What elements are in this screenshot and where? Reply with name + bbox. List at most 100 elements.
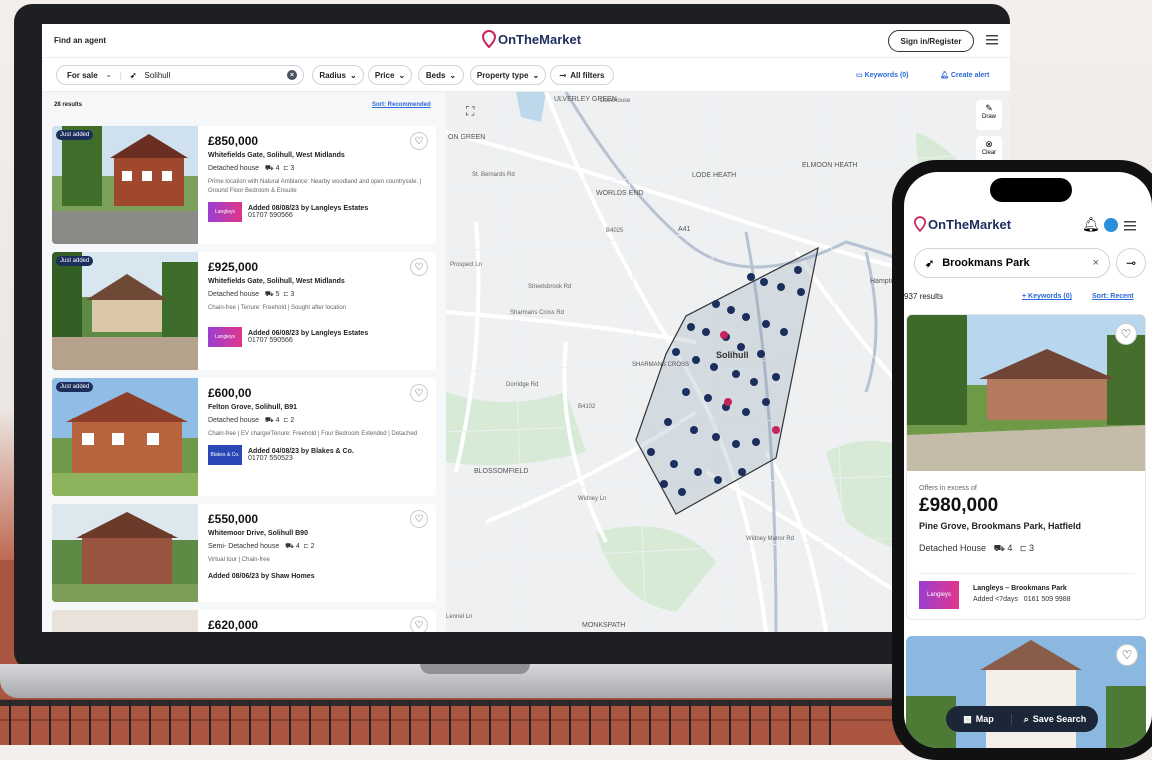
listing-info: £850,000 Whitefields Gate, Solihull, Wes… xyxy=(208,134,428,222)
agent-logo[interactable]: Langleys xyxy=(919,581,959,609)
chevron-down-icon: ⌄ xyxy=(532,70,540,80)
laptop-notch xyxy=(420,664,530,674)
listing-address[interactable]: Whitefields Gate, Solihull, West Midland… xyxy=(208,278,428,285)
property-type-label: Property type xyxy=(476,70,529,80)
map-label: St. Bernards Rd xyxy=(472,172,515,178)
map-label: A41 xyxy=(678,226,691,233)
location-arrow-icon: ➶ xyxy=(925,257,935,270)
listing-card[interactable]: £550,000 Whitemoor Drive, Solihull B90 S… xyxy=(52,504,436,602)
map-label: Dovehouse xyxy=(600,98,631,104)
listing-meta: Detached house ⛟ 5 ⊏ 3 xyxy=(208,290,428,299)
listing-price: £925,000 xyxy=(208,260,259,274)
beds-filter[interactable]: Beds ⌄ xyxy=(418,65,464,85)
property-type-filter[interactable]: Property type ⌄ xyxy=(470,65,546,85)
save-search-label: Save Search xyxy=(1032,713,1087,724)
hamburger-icon[interactable] xyxy=(1124,221,1136,231)
agent-phone[interactable]: 01707 550523 xyxy=(248,455,354,462)
favourite-heart-icon[interactable]: ♡ xyxy=(410,510,428,528)
price-label: Price xyxy=(374,70,395,80)
fullscreen-icon[interactable]: ⛶ xyxy=(466,104,482,120)
sign-in-button[interactable]: Sign in/Register xyxy=(888,30,974,52)
favourite-heart-icon[interactable]: ♡ xyxy=(410,258,428,276)
sale-type-select[interactable]: For sale xyxy=(67,71,98,80)
search-input[interactable]: ➶ Brookmans Park × xyxy=(914,248,1110,278)
listing-card[interactable]: £620,000 ♡ xyxy=(52,610,436,632)
property-photo[interactable] xyxy=(907,315,1146,471)
price-filter[interactable]: Price ⌄ xyxy=(368,65,412,85)
agent-name[interactable]: Langleys – Brookmans Park xyxy=(973,585,1067,592)
sort-dropdown[interactable]: Sort: Recommended xyxy=(372,102,431,108)
brand-logo[interactable]: OnTheMarket xyxy=(482,30,581,48)
property-photo[interactable] xyxy=(52,610,198,632)
bed-icon: ⛟ xyxy=(993,543,1005,553)
added-by: Added 08/08/23 by Langleys Estates xyxy=(248,205,369,212)
save-search-button[interactable]: ⌕ Save Search xyxy=(1012,714,1098,725)
chevron-down-icon: ⌄ xyxy=(349,70,357,80)
bed-count: 4 xyxy=(295,543,300,550)
favourite-heart-icon[interactable]: ♡ xyxy=(410,384,428,402)
agent-logo[interactable]: Langleys xyxy=(208,327,242,347)
favourite-heart-icon[interactable]: ♡ xyxy=(1116,644,1138,666)
keywords-link[interactable]: + Keywords (0) xyxy=(1022,293,1072,300)
favourite-heart-icon[interactable]: ♡ xyxy=(1115,323,1137,345)
property-type: Detached house xyxy=(208,291,259,298)
keywords-icon: ▭ xyxy=(856,72,865,79)
listing-info: £620,000 xyxy=(208,618,428,632)
location-pin-logo-icon xyxy=(914,216,926,232)
brand-logo[interactable]: OnTheMarket xyxy=(914,216,1011,232)
all-filters-button[interactable]: ⊸ All filters xyxy=(550,65,614,85)
property-photo[interactable] xyxy=(52,252,198,370)
favourite-heart-icon[interactable]: ♡ xyxy=(410,132,428,150)
beds-label: Beds xyxy=(425,70,446,80)
save-search-icon: ⌕ xyxy=(1023,713,1029,724)
chevron-down-icon: ⌄ xyxy=(105,72,112,79)
create-alert-link[interactable]: 🔔︎ Create alert xyxy=(940,71,989,79)
map-label: Solihull xyxy=(716,350,749,360)
listing-address[interactable]: Felton Grove, Solihull, B91 xyxy=(208,404,428,411)
listing-address[interactable]: Whitemoor Drive, Solihull B90 xyxy=(208,530,428,537)
clear-search-icon[interactable]: × xyxy=(1093,257,1099,269)
added-by: Added 04/08/23 by Blakes & Co. xyxy=(248,448,354,455)
hamburger-icon[interactable] xyxy=(986,35,998,45)
agent-phone[interactable]: 01707 590566 xyxy=(248,212,368,219)
filters-button[interactable]: ⊸ xyxy=(1116,248,1146,278)
draw-button[interactable]: ✎ Draw xyxy=(976,100,1002,130)
listing-added: Added <7days 0161 509 9988 xyxy=(973,596,1071,603)
favourite-heart-icon[interactable]: ♡ xyxy=(410,616,428,632)
added-by: Added 06/08/23 by Langleys Estates xyxy=(248,330,369,337)
property-type: Detached house xyxy=(208,165,259,172)
bed-count: 4 xyxy=(1007,543,1013,553)
listing-address[interactable]: Whitefields Gate, Solihull, West Midland… xyxy=(208,152,428,159)
brand-name: OnTheMarket xyxy=(928,216,1012,232)
listing-card[interactable]: Just added £600,00 Felton Grove, Solihul… xyxy=(52,378,436,496)
find-agent-link[interactable]: Find an agent xyxy=(54,36,106,45)
radius-filter[interactable]: Radius ⌄ xyxy=(312,65,364,85)
clear-search-icon[interactable]: × xyxy=(287,70,297,80)
property-photo[interactable] xyxy=(52,126,198,244)
listing-description: Prime location with Natural Ambiance: Ne… xyxy=(208,179,422,194)
agent-logo[interactable]: Langleys xyxy=(208,202,242,222)
agent-logo[interactable]: Blakes & Co. xyxy=(208,445,242,465)
bed-icon: ⛟ xyxy=(264,165,274,172)
bell-icon: 🔔︎ xyxy=(940,72,951,79)
keywords-link[interactable]: ▭ Keywords (0) xyxy=(856,71,909,79)
listing-card[interactable]: Just added £850,000 Whitefields Gate, So… xyxy=(52,126,436,244)
map-button[interactable]: ▦ Map xyxy=(946,713,1012,725)
agent-phone[interactable]: 0161 509 9988 xyxy=(1024,596,1071,603)
results-list: 28 results Sort: Recommended Just added … xyxy=(42,92,446,632)
property-photo[interactable] xyxy=(52,378,198,496)
search-box[interactable]: For sale ⌄ | ➶ Solihull × xyxy=(56,65,304,85)
listing-description: Virtual tour | Chain-free xyxy=(208,557,270,563)
notification-bell-icon[interactable]: 🔔︎ xyxy=(1082,216,1100,233)
listing-card[interactable]: Just added £925,000 Whitefields Gate, So… xyxy=(52,252,436,370)
property-photo[interactable] xyxy=(52,504,198,602)
avatar[interactable] xyxy=(1104,218,1118,232)
sort-dropdown[interactable]: Sort: Recent xyxy=(1092,293,1134,300)
map-label: SHARMANS CROSS xyxy=(632,362,690,368)
listing-card[interactable]: ♡ Offers in excess of £980,000 Pine Grov… xyxy=(906,314,1146,620)
location-input[interactable]: Solihull xyxy=(145,71,171,80)
agent-phone[interactable]: 01707 590566 xyxy=(248,337,368,344)
bed-count: 4 xyxy=(275,165,280,172)
listing-address[interactable]: Pine Grove, Brookmans Park, Hatfield xyxy=(919,521,1081,531)
map-label: Prospect Ln xyxy=(450,262,483,268)
